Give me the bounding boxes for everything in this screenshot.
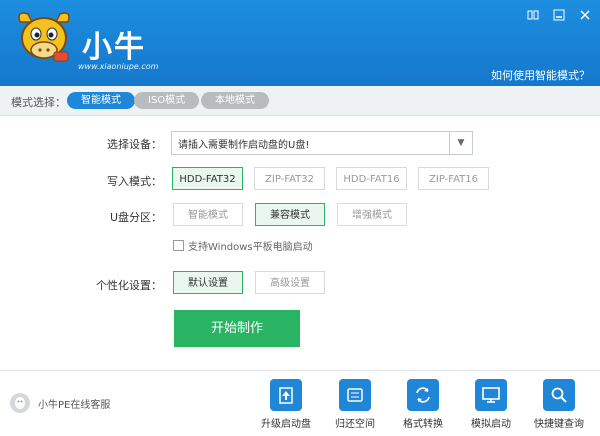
write-mode-label: 写入模式： [107,175,162,188]
partition-option-smart[interactable]: 智能模式 [173,203,243,226]
partition-option-enhanced[interactable]: 增强模式 [337,203,407,226]
online-support-label: 小牛PE在线客服 [38,399,111,411]
partition-option-compat[interactable]: 兼容模式 [255,203,325,226]
device-select-value: 请插入需要制作启动盘的U盘! [178,140,310,151]
footer: 小牛PE在线客服 升级启动盘 归还空间 格式转换 模拟启动 快捷键查询 [0,370,600,436]
mode-iso-button[interactable]: ISO模式 [134,92,200,109]
personal-option-default[interactable]: 默认设置 [173,271,243,294]
penguin-icon [10,393,30,413]
chevron-down-icon[interactable]: ▼ [449,132,472,154]
device-select[interactable]: 请插入需要制作启动盘的U盘! ▼ [171,131,473,155]
upgrade-icon [270,379,302,411]
format-convert-tool[interactable]: 格式转换 [391,379,455,430]
search-icon [543,379,575,411]
hotkey-lookup-label: 快捷键查询 [534,419,584,430]
tablet-boot-label: 支持Windows平板电脑启动 [188,242,313,253]
format-convert-label: 格式转换 [403,419,443,430]
window-controls [526,8,592,22]
brand-title: 小牛 [82,30,146,65]
simulate-boot-label: 模拟启动 [471,419,511,430]
header: 小牛 www.xiaoniupe.com 如何使用智能模式？ [0,0,600,86]
mode-label: 模式选择： [11,96,66,109]
bull-logo-icon [14,8,74,68]
partition-label: U盘分区： [109,211,162,224]
online-support-link[interactable]: 小牛PE在线客服 [10,393,110,413]
personal-label: 个性化设置： [96,279,162,292]
write-option-zip-fat32[interactable]: ZIP-FAT32 [254,167,325,190]
tablet-boot-checkbox[interactable] [173,240,184,251]
personal-option-advanced[interactable]: 高级设置 [255,271,325,294]
monitor-icon [475,379,507,411]
device-label: 选择设备： [107,138,162,151]
write-option-hdd-fat32[interactable]: HDD-FAT32 [172,167,243,190]
skin-icon[interactable] [526,8,540,22]
mode-smart-button[interactable]: 智能模式 [67,92,135,109]
simulate-boot-tool[interactable]: 模拟启动 [459,379,523,430]
write-option-hdd-fat16[interactable]: HDD-FAT16 [336,167,407,190]
convert-icon [407,379,439,411]
upgrade-label: 升级启动盘 [261,419,311,430]
close-icon[interactable] [578,8,592,22]
tablet-boot-option[interactable]: 支持Windows平板电脑启动 [173,238,313,253]
hotkey-lookup-tool[interactable]: 快捷键查询 [527,379,591,430]
mode-local-button[interactable]: 本地模式 [201,92,269,109]
mode-bar: 模式选择： 智能模式 ISO模式 本地模式 [0,86,600,116]
write-option-zip-fat16[interactable]: ZIP-FAT16 [418,167,489,190]
minimize-icon[interactable] [552,8,566,22]
start-button[interactable]: 开始制作 [174,310,300,347]
upgrade-boot-tool[interactable]: 升级启动盘 [254,379,318,430]
disk-icon [339,379,371,411]
brand-url: www.xiaoniupe.com [78,62,159,71]
help-link[interactable]: 如何使用智能模式？ [491,67,590,83]
restore-space-tool[interactable]: 归还空间 [323,379,387,430]
restore-space-label: 归还空间 [335,419,375,430]
